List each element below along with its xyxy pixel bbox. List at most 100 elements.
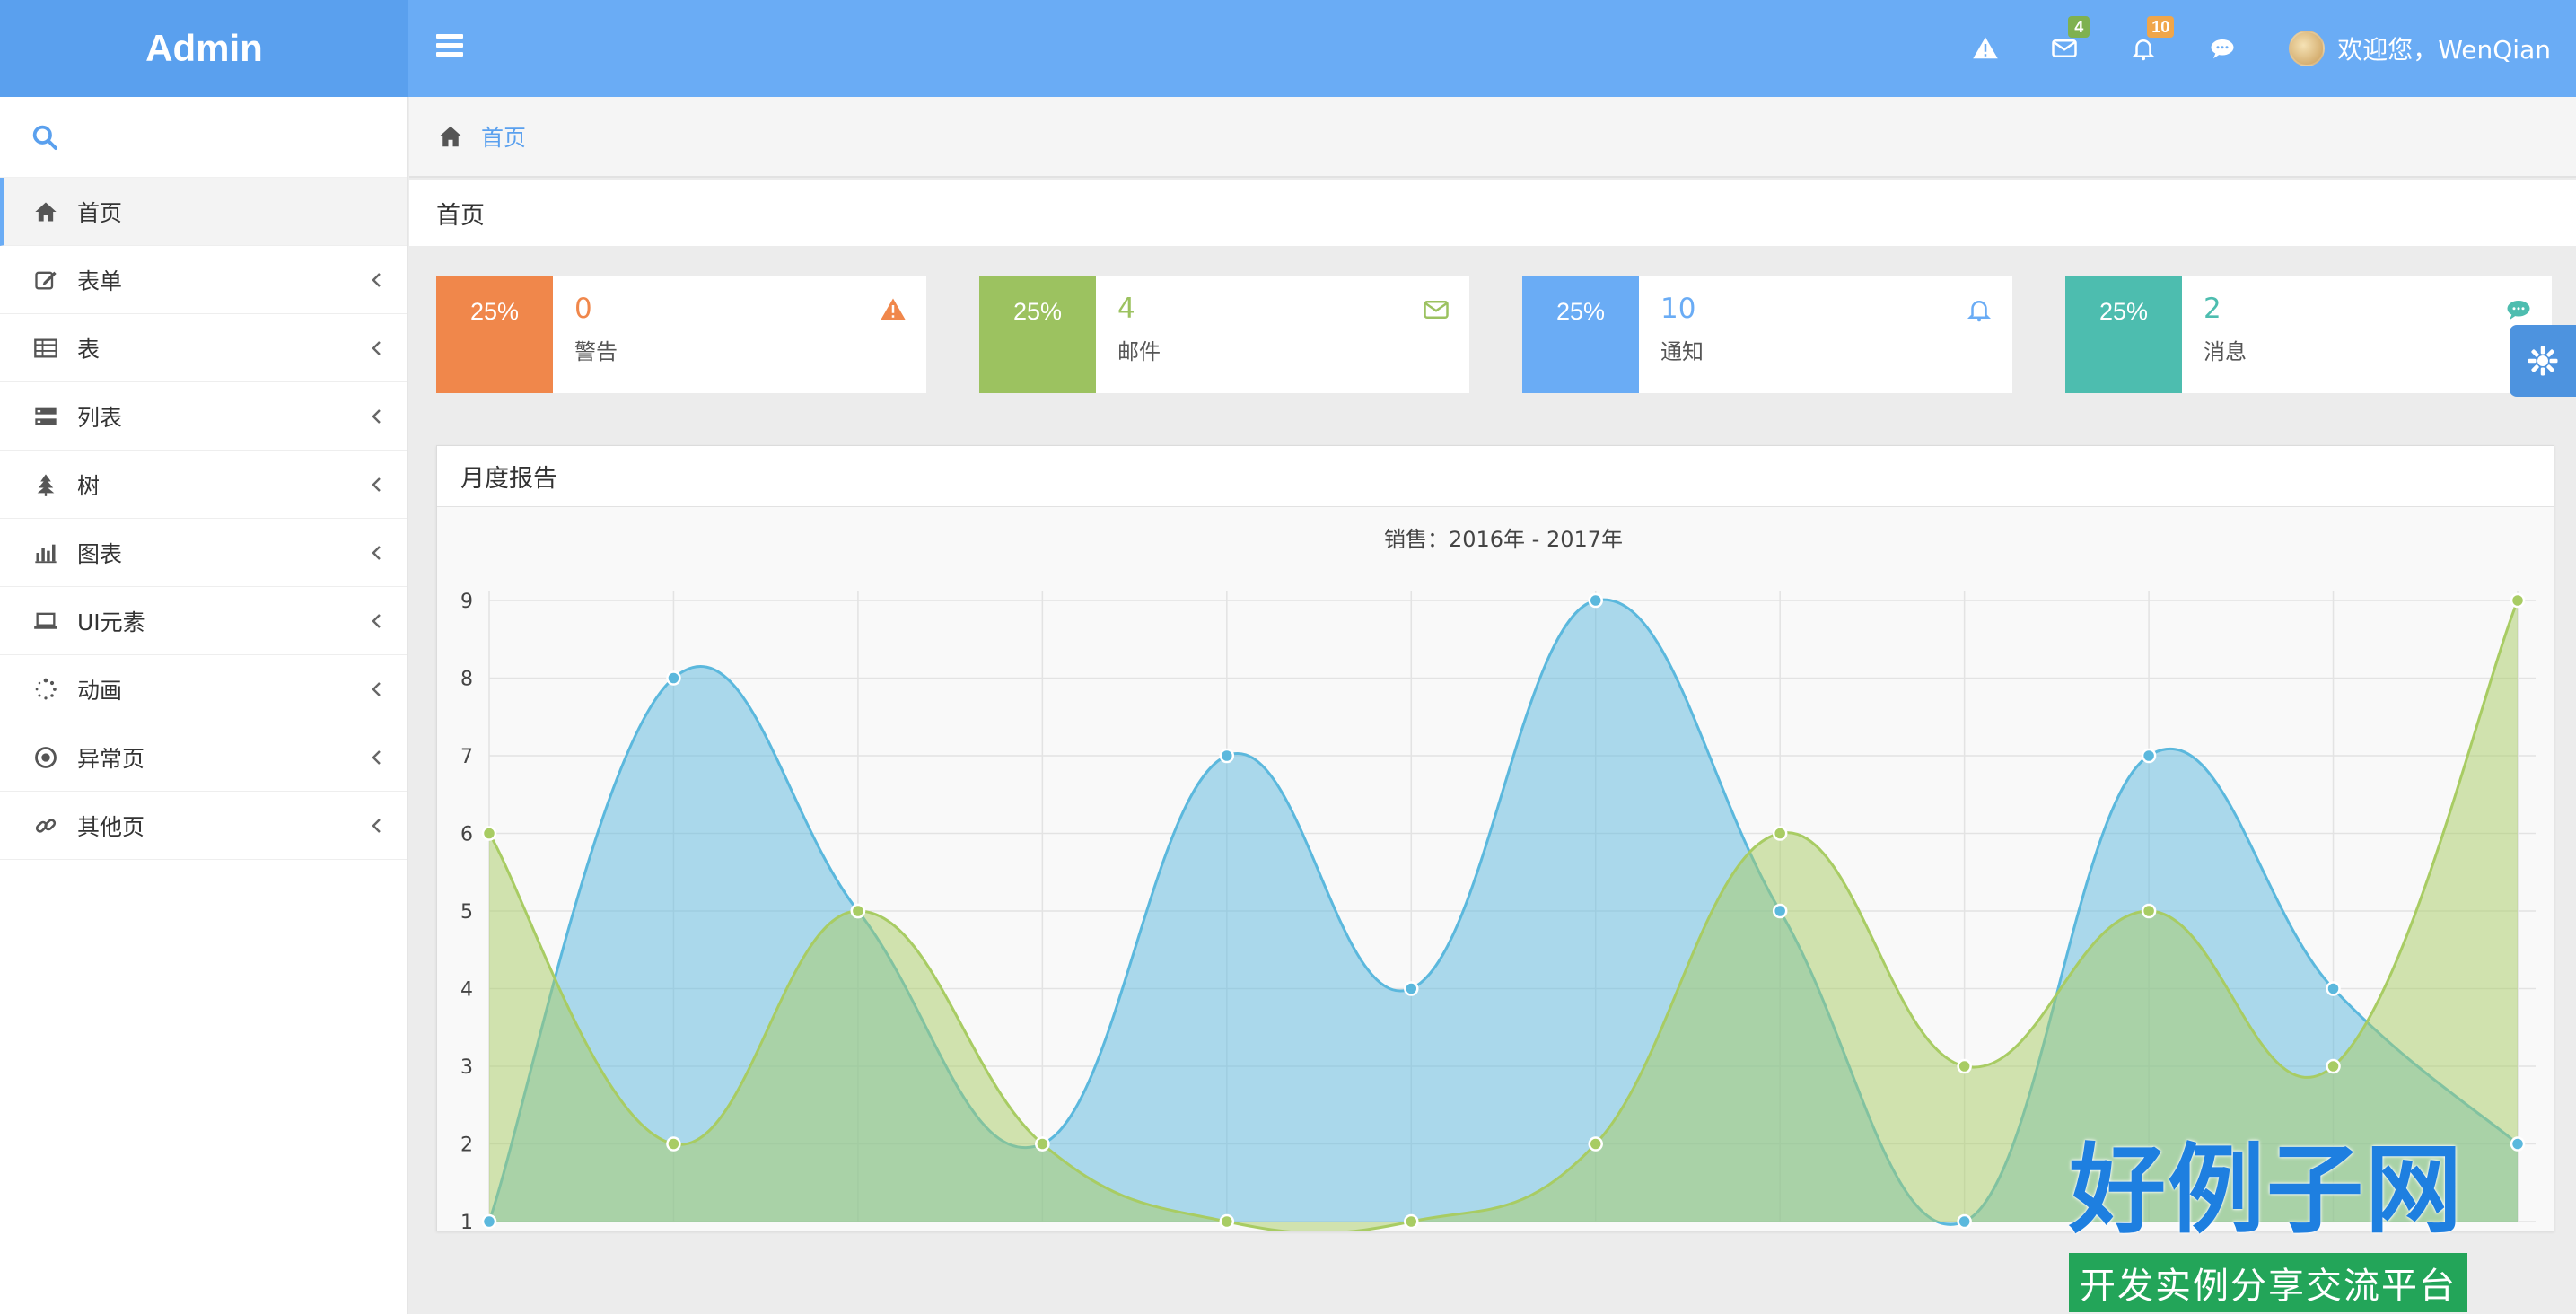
data-point-0 bbox=[1772, 903, 1788, 919]
sidebar: 首页表单表列表树图表 UI元素动画异常页其他页 bbox=[0, 97, 408, 1314]
list-icon bbox=[32, 403, 59, 430]
sidebar-item-6[interactable]: UI元素 bbox=[0, 587, 407, 655]
sidebar-item-9[interactable]: 其他页 bbox=[0, 792, 407, 860]
mail-count-badge: 4 bbox=[2068, 16, 2090, 38]
sidebar-item-label: 其他页 bbox=[77, 813, 145, 840]
data-point-0 bbox=[666, 670, 681, 686]
sidebar-item-label: 列表 bbox=[77, 404, 123, 431]
chevron-left-icon bbox=[368, 474, 386, 495]
welcome-text: 欢迎您，WenQian bbox=[2337, 35, 2551, 65]
y-tick-label: 3 bbox=[460, 1056, 473, 1079]
sidebar-item-7[interactable]: 动画 bbox=[0, 655, 407, 723]
card-percent: 25% bbox=[1522, 276, 1639, 393]
sidebar-item-2[interactable]: 表 bbox=[0, 314, 407, 382]
y-tick-label: 6 bbox=[460, 824, 473, 846]
data-point-1 bbox=[666, 1136, 681, 1152]
comment-icon[interactable] bbox=[2183, 0, 2262, 97]
card-label: 警告 bbox=[574, 339, 618, 364]
bar-chart-icon bbox=[32, 539, 59, 566]
breadcrumb-home-link[interactable]: 首页 bbox=[481, 120, 526, 153]
data-point-0 bbox=[481, 1213, 497, 1230]
avatar bbox=[2289, 31, 2326, 66]
data-point-1 bbox=[2510, 592, 2526, 609]
bell-icon[interactable]: 10 bbox=[2104, 0, 2183, 97]
home-icon bbox=[32, 198, 59, 225]
stat-card[interactable]: 25% 0 警告 bbox=[436, 276, 926, 393]
data-point-1 bbox=[1035, 1136, 1050, 1152]
panel-title: 月度报告 bbox=[437, 446, 2554, 507]
chart-area: 销售：2016年 - 2017年1234567891月2月3月4月5月6月7月8… bbox=[437, 507, 2554, 1231]
sidebar-item-3[interactable]: 列表 bbox=[0, 382, 407, 451]
data-point-1 bbox=[2326, 1058, 2341, 1074]
warning-icon[interactable] bbox=[1946, 0, 2025, 97]
notify-count-badge: 10 bbox=[2147, 16, 2175, 38]
home-icon[interactable] bbox=[436, 123, 465, 150]
sidebar-item-4[interactable]: 树 bbox=[0, 451, 407, 519]
sidebar-item-label: 表单 bbox=[77, 267, 123, 294]
chevron-left-icon bbox=[368, 337, 386, 359]
card-value: 10 bbox=[1660, 293, 1696, 325]
card-label: 消息 bbox=[2204, 339, 2247, 364]
sidebar-item-0[interactable]: 首页 bbox=[0, 178, 407, 246]
card-percent: 25% bbox=[979, 276, 1096, 393]
y-tick-label: 5 bbox=[460, 901, 473, 924]
bell-icon bbox=[1966, 296, 1993, 323]
laptop-icon bbox=[32, 608, 59, 635]
stat-card[interactable]: 25% 10 通知 bbox=[1522, 276, 2012, 393]
data-point-1 bbox=[1772, 826, 1788, 841]
y-tick-label: 2 bbox=[460, 1134, 473, 1157]
stat-card[interactable]: 25% 4 邮件 bbox=[979, 276, 1469, 393]
sidebar-item-5[interactable]: 图表 bbox=[0, 519, 407, 587]
card-body: 0 警告 bbox=[553, 276, 926, 393]
data-point-1 bbox=[1219, 1213, 1235, 1230]
card-percent: 25% bbox=[436, 276, 553, 393]
menu-toggle-icon[interactable] bbox=[436, 34, 463, 63]
top-navbar: Admin 4 10 欢迎您，WenQian bbox=[0, 0, 2576, 97]
sidebar-search[interactable] bbox=[0, 97, 407, 178]
data-point-1 bbox=[850, 903, 866, 919]
watermark-subtitle: 开发实例分享交流平台 bbox=[2069, 1253, 2467, 1312]
data-point-1 bbox=[481, 826, 497, 841]
card-body: 2 消息 bbox=[2182, 276, 2552, 393]
data-point-0 bbox=[1404, 981, 1419, 996]
gear-icon bbox=[2528, 346, 2558, 376]
sidebar-item-label: 树 bbox=[77, 472, 101, 499]
y-tick-label: 9 bbox=[460, 591, 473, 613]
card-body: 4 邮件 bbox=[1096, 276, 1469, 393]
card-value: 2 bbox=[2204, 293, 2221, 325]
sidebar-item-label: UI元素 bbox=[77, 609, 145, 635]
warning-icon bbox=[880, 296, 907, 323]
card-body: 10 通知 bbox=[1639, 276, 2012, 393]
mail-icon[interactable]: 4 bbox=[2025, 0, 2104, 97]
card-value: 4 bbox=[1117, 293, 1135, 325]
data-point-1 bbox=[1404, 1213, 1419, 1230]
sidebar-item-1[interactable]: 表单 bbox=[0, 246, 407, 314]
chart-title: 销售：2016年 - 2017年 bbox=[1384, 527, 1623, 552]
sidebar-item-label: 首页 bbox=[77, 199, 123, 226]
sidebar-menu: 首页表单表列表树图表 UI元素动画异常页其他页 bbox=[0, 178, 407, 860]
breadcrumb: 首页 bbox=[409, 97, 2576, 178]
data-point-0 bbox=[1588, 592, 1603, 609]
settings-toggle-button[interactable] bbox=[2510, 325, 2576, 397]
watermark-logo: 好例子网 开发实例分享交流平台 bbox=[2069, 1133, 2500, 1312]
card-percent: 25% bbox=[2065, 276, 2182, 393]
sidebar-item-label: 图表 bbox=[77, 540, 123, 567]
tree-icon bbox=[32, 471, 59, 498]
spinner-icon bbox=[32, 676, 59, 703]
watermark-title: 好例子网 bbox=[2069, 1134, 2465, 1247]
user-menu[interactable]: 欢迎您，WenQian bbox=[2262, 0, 2576, 97]
comment-icon bbox=[2505, 296, 2532, 323]
brand-logo[interactable]: Admin bbox=[0, 0, 408, 97]
sidebar-item-8[interactable]: 异常页 bbox=[0, 723, 407, 792]
error-icon bbox=[32, 744, 59, 771]
sidebar-item-label: 表 bbox=[77, 336, 101, 363]
data-point-0 bbox=[1957, 1213, 1972, 1230]
mail-icon bbox=[1423, 296, 1450, 323]
stat-card[interactable]: 25% 2 消息 bbox=[2065, 276, 2552, 393]
chevron-left-icon bbox=[368, 269, 386, 291]
data-point-1 bbox=[2141, 903, 2157, 919]
data-point-1 bbox=[1957, 1058, 1972, 1074]
data-point-0 bbox=[2326, 981, 2341, 996]
sidebar-item-label: 动画 bbox=[77, 677, 123, 704]
monthly-report-panel: 月度报告 销售：2016年 - 2017年1234567891月2月3月4月5月… bbox=[436, 445, 2554, 1231]
